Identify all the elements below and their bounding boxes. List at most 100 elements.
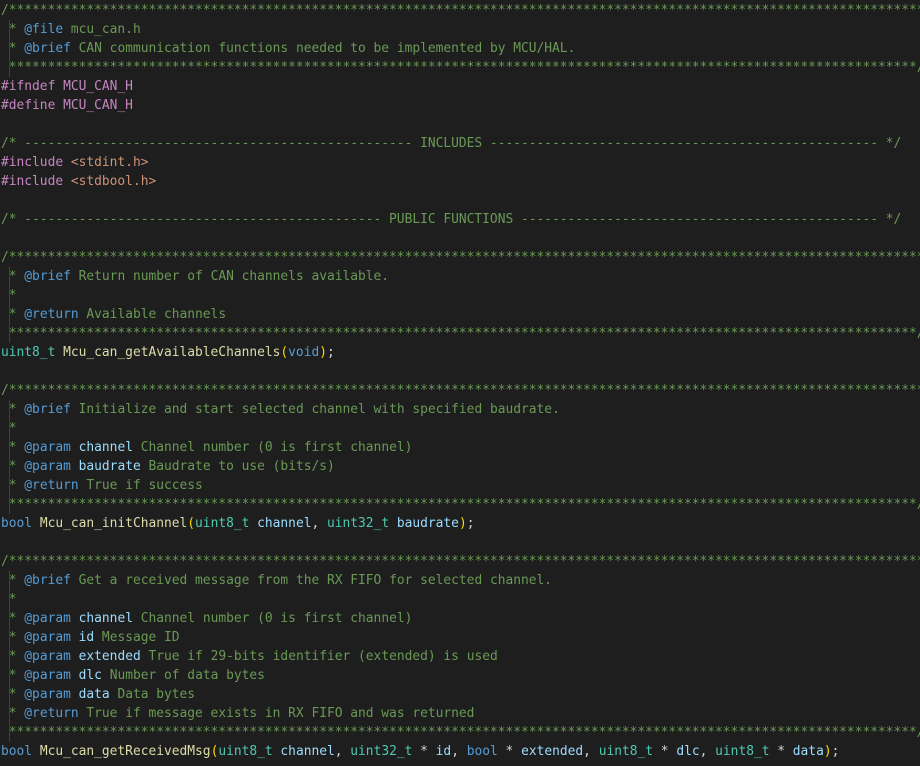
code-token: @param bbox=[24, 611, 71, 626]
code-token: @param bbox=[24, 459, 71, 474]
code-line[interactable]: /***************************************… bbox=[0, 248, 920, 267]
code-line[interactable]: * @param dlc Number of data bytes bbox=[0, 666, 920, 685]
code-line[interactable]: * @param data Data bytes bbox=[0, 685, 920, 704]
code-token: Get a received message from the RX FIFO … bbox=[70, 573, 553, 588]
code-token: ; bbox=[831, 744, 840, 759]
code-token: , bbox=[311, 516, 327, 531]
code-token: Message ID bbox=[94, 630, 180, 645]
code-line[interactable]: ****************************************… bbox=[0, 723, 920, 742]
code-token: uint8_t bbox=[218, 744, 273, 759]
indent-guide bbox=[9, 267, 10, 286]
code-line[interactable]: ****************************************… bbox=[0, 324, 920, 343]
code-token: True if success bbox=[78, 478, 203, 493]
code-token: CAN communication functions needed to be… bbox=[70, 41, 576, 56]
code-token: Initialize and start selected channel wi… bbox=[70, 402, 560, 417]
code-line[interactable]: ​ bbox=[0, 533, 920, 552]
indent-guide bbox=[9, 305, 10, 324]
code-line[interactable]: * bbox=[0, 590, 920, 609]
code-token: Return number of CAN channels available. bbox=[70, 269, 390, 284]
code-token: Mcu_can_getAvailableChannels bbox=[63, 345, 281, 360]
code-token: * bbox=[412, 744, 436, 759]
code-line[interactable]: * @brief Initialize and start selected c… bbox=[0, 400, 920, 419]
indent-guide bbox=[9, 324, 10, 343]
code-line[interactable]: * bbox=[0, 286, 920, 305]
code-token: , bbox=[334, 744, 351, 759]
code-token: uint32_t bbox=[350, 744, 413, 759]
indent-guide bbox=[9, 419, 10, 438]
code-line[interactable]: * @return Available channels bbox=[0, 305, 920, 324]
code-line[interactable]: * @param baudrate Baudrate to use (bits/… bbox=[0, 457, 920, 476]
code-line[interactable]: /***************************************… bbox=[0, 552, 920, 571]
code-token: * bbox=[1, 22, 25, 37]
code-line[interactable]: * @param extended True if 29-bits identi… bbox=[0, 647, 920, 666]
code-line[interactable]: /***************************************… bbox=[0, 381, 920, 400]
code-line[interactable]: #include <stdbool.h> bbox=[0, 172, 920, 191]
code-line[interactable]: #ifndef MCU_CAN_H bbox=[0, 77, 920, 96]
code-token: id bbox=[78, 630, 95, 645]
code-token: @param bbox=[24, 668, 71, 683]
code-line[interactable]: * @brief CAN communication functions nee… bbox=[0, 39, 920, 58]
code-token: Channel number (0 is first channel) bbox=[132, 611, 413, 626]
code-token: channel bbox=[78, 440, 133, 455]
indent-guide bbox=[9, 457, 10, 476]
code-token: uint8_t bbox=[1, 345, 56, 360]
code-line[interactable]: #include <stdint.h> bbox=[0, 153, 920, 172]
code-line[interactable]: ​ bbox=[0, 362, 920, 381]
code-editor[interactable]: /***************************************… bbox=[0, 1, 920, 766]
code-token: @brief bbox=[24, 41, 71, 56]
indent-guide bbox=[9, 495, 10, 514]
code-line[interactable]: bool Mcu_can_initChannel(uint8_t channel… bbox=[0, 514, 920, 533]
code-token: <stdint.h> bbox=[70, 155, 149, 170]
indent-guide bbox=[9, 666, 10, 685]
code-line[interactable]: * @param channel Channel number (0 is fi… bbox=[0, 438, 920, 457]
indent-guide bbox=[9, 20, 10, 39]
code-token: #include bbox=[1, 174, 64, 189]
code-line[interactable]: * @param channel Channel number (0 is fi… bbox=[0, 609, 920, 628]
code-token: * bbox=[653, 744, 677, 759]
indent-guide bbox=[9, 628, 10, 647]
code-token: @return bbox=[24, 478, 79, 493]
code-token: data bbox=[78, 687, 110, 702]
code-line[interactable]: ​ bbox=[0, 191, 920, 210]
code-token: * bbox=[1, 687, 25, 702]
code-token: ; bbox=[326, 345, 335, 360]
code-line[interactable]: bool Mcu_can_getReceivedMsg(uint8_t chan… bbox=[0, 742, 920, 761]
code-token: * bbox=[1, 459, 25, 474]
indent-guide bbox=[9, 704, 10, 723]
code-line[interactable]: * @brief Get a received message from the… bbox=[0, 571, 920, 590]
indent-guide bbox=[9, 685, 10, 704]
code-line[interactable]: * @brief Return number of CAN channels a… bbox=[0, 267, 920, 286]
code-line[interactable]: * bbox=[0, 419, 920, 438]
code-token: , bbox=[699, 744, 716, 759]
code-token: data bbox=[792, 744, 824, 759]
code-token: * bbox=[1, 402, 25, 417]
code-line[interactable]: * @param id Message ID bbox=[0, 628, 920, 647]
code-token: ****************************************… bbox=[1, 497, 920, 512]
code-token: Mcu_can_initChannel bbox=[39, 516, 188, 531]
code-line[interactable]: #define MCU_CAN_H bbox=[0, 96, 920, 115]
code-line[interactable]: ​ bbox=[0, 229, 920, 248]
code-line[interactable]: * @return True if message exists in RX F… bbox=[0, 704, 920, 723]
code-token: ) bbox=[319, 345, 327, 360]
code-token: @param bbox=[24, 630, 71, 645]
code-token: <stdbool.h> bbox=[70, 174, 157, 189]
code-token: ; bbox=[466, 516, 475, 531]
code-line[interactable]: /* -------------------------------------… bbox=[0, 210, 920, 229]
code-line[interactable]: * @return True if success bbox=[0, 476, 920, 495]
indent-guide bbox=[9, 438, 10, 457]
code-token: /***************************************… bbox=[1, 250, 920, 265]
code-line[interactable]: * @file mcu_can.h bbox=[0, 20, 920, 39]
code-line[interactable]: ****************************************… bbox=[0, 58, 920, 77]
code-token: Mcu_can_getReceivedMsg bbox=[39, 744, 211, 759]
code-token: dlc bbox=[676, 744, 700, 759]
code-line[interactable]: /***************************************… bbox=[0, 1, 920, 20]
code-line[interactable]: ****************************************… bbox=[0, 495, 920, 514]
code-line[interactable]: uint8_t Mcu_can_getAvailableChannels(voi… bbox=[0, 343, 920, 362]
code-line[interactable]: /* -------------------------------------… bbox=[0, 134, 920, 153]
code-line[interactable]: ​ bbox=[0, 115, 920, 134]
code-token: @brief bbox=[24, 269, 71, 284]
